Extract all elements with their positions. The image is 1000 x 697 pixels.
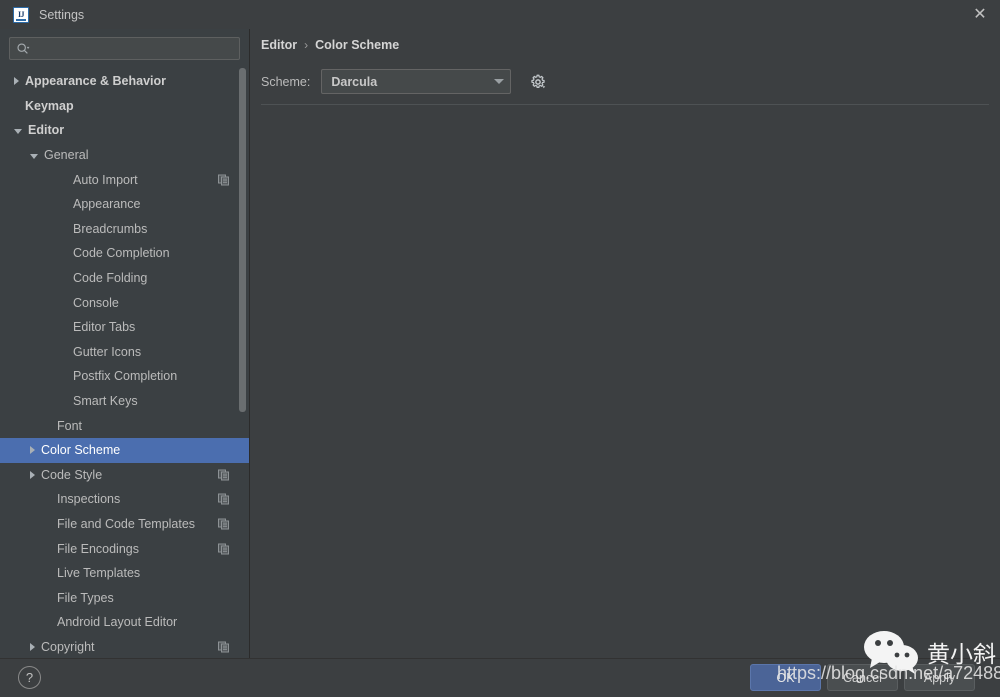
breadcrumb: Editor › Color Scheme (261, 38, 399, 52)
ok-button[interactable]: OK (750, 664, 821, 691)
search-input[interactable] (30, 41, 239, 56)
chevron-down-icon (494, 79, 505, 84)
settings-dialog: IJ Settings ✕ Appearance & Behavior Keyma… (0, 0, 1000, 697)
chevron-right-icon[interactable] (30, 446, 35, 455)
sidebar-item-file-and-code-templates[interactable]: File and Code Templates (0, 512, 249, 537)
sidebar-item-appearance[interactable]: Appearance (0, 192, 249, 217)
sidebar-item-inspections[interactable]: Inspections (0, 487, 249, 512)
sidebar-item-label: File Encodings (57, 541, 139, 556)
sidebar-item-label: Color Scheme (41, 443, 121, 458)
scheme-label: Scheme: (261, 74, 311, 89)
sidebar-item-label: Copyright (41, 639, 95, 654)
sidebar-item-code-folding[interactable]: Code Folding (0, 266, 249, 291)
sidebar-item-label: File and Code Templates (57, 516, 196, 531)
dialog-footer: ? OK Cancel Apply (0, 658, 1000, 697)
scheme-row: Scheme: Darcula (261, 69, 548, 94)
sidebar-item-label: Console (73, 295, 119, 310)
sidebar-item-editor-tabs[interactable]: Editor Tabs (0, 315, 249, 340)
title-bar: IJ Settings ✕ (0, 0, 1000, 29)
sidebar-item-color-scheme[interactable]: Color Scheme (0, 437, 249, 463)
sidebar-item-label: Live Templates (57, 566, 141, 581)
scheme-settings-button[interactable] (528, 72, 548, 92)
sidebar-item-label: Appearance & Behavior (25, 74, 167, 89)
sidebar-item-label: Appearance (73, 197, 141, 212)
copy-sheets-icon (218, 518, 229, 530)
content-separator (261, 104, 989, 105)
sidebar-item-breadcrumbs[interactable]: Breadcrumbs (0, 217, 249, 242)
help-button[interactable]: ? (18, 666, 41, 689)
sidebar-item-general[interactable]: General (0, 143, 249, 168)
sidebar-item-label: Font (57, 418, 83, 433)
sidebar-item-auto-import[interactable]: Auto Import (0, 167, 249, 192)
close-icon[interactable]: ✕ (969, 4, 991, 26)
chevron-right-icon[interactable] (14, 77, 19, 86)
breadcrumb-root[interactable]: Editor (261, 38, 297, 52)
apply-button[interactable]: Apply (904, 664, 975, 691)
sidebar-item-label: Gutter Icons (73, 344, 142, 359)
sidebar-item-label: Android Layout Editor (57, 615, 178, 630)
copy-sheets-icon (218, 469, 229, 481)
chevron-down-icon[interactable] (30, 153, 38, 159)
sidebar-item-label: Code Style (41, 467, 103, 482)
gear-icon (531, 74, 546, 88)
chevron-right-icon[interactable] (30, 642, 35, 651)
sidebar-item-label: Keymap (25, 98, 74, 113)
sidebar-item-label: Breadcrumbs (73, 221, 148, 236)
breadcrumb-separator-icon: › (304, 38, 309, 52)
sidebar-item-appearance-behavior[interactable]: Appearance & Behavior (0, 69, 249, 94)
sidebar-scrollbar-thumb[interactable] (239, 68, 246, 412)
sidebar-item-file-types[interactable]: File Types (0, 585, 249, 610)
sidebar-item-file-encodings[interactable]: File Encodings (0, 536, 249, 561)
sidebar-item-label: Auto Import (73, 172, 138, 187)
sidebar-item-copyright[interactable]: Copyright (0, 635, 249, 658)
sidebar-item-label: Editor Tabs (73, 320, 136, 335)
sidebar-item-label: Code Completion (73, 246, 170, 261)
cancel-button[interactable]: Cancel (827, 664, 898, 691)
sidebar-item-editor[interactable]: Editor (0, 118, 249, 143)
sidebar-item-console[interactable]: Console (0, 290, 249, 315)
settings-tree: Appearance & Behavior Keymap Editor General… (0, 69, 249, 658)
sidebar-item-live-templates[interactable]: Live Templates (0, 561, 249, 586)
copy-sheets-icon (218, 493, 229, 505)
sidebar-item-smart-keys[interactable]: Smart Keys (0, 389, 249, 414)
search-icon (17, 42, 30, 54)
settings-sidebar: Appearance & Behavior Keymap Editor General… (0, 29, 250, 658)
sidebar-item-label: Inspections (57, 492, 121, 507)
sidebar-item-label: Editor (28, 123, 65, 138)
breadcrumb-current: Color Scheme (315, 38, 400, 52)
sidebar-item-android-layout-editor[interactable]: Android Layout Editor (0, 610, 249, 635)
chevron-down-icon[interactable] (14, 128, 22, 134)
sidebar-item-label: Smart Keys (73, 394, 138, 409)
sidebar-item-code-completion[interactable]: Code Completion (0, 241, 249, 266)
sidebar-item-postfix-completion[interactable]: Postfix Completion (0, 364, 249, 389)
sidebar-item-code-style[interactable]: Code Style (0, 463, 249, 488)
scheme-dropdown[interactable]: Darcula (321, 69, 512, 94)
search-field[interactable] (9, 37, 240, 60)
sidebar-item-label: File Types (57, 590, 114, 605)
sidebar-item-label: General (44, 148, 89, 163)
sidebar-item-keymap[interactable]: Keymap (0, 94, 249, 119)
sidebar-item-label: Postfix Completion (73, 369, 178, 384)
sidebar-item-font[interactable]: Font (0, 413, 249, 438)
copy-sheets-icon (218, 543, 229, 555)
sidebar-item-gutter-icons[interactable]: Gutter Icons (0, 340, 249, 365)
chevron-right-icon[interactable] (30, 470, 35, 479)
copy-sheets-icon (218, 641, 229, 653)
copy-sheets-icon (218, 174, 229, 186)
window-title: Settings (39, 7, 85, 22)
settings-content-panel: Editor › Color Scheme Scheme: Darcula (250, 29, 1000, 658)
scheme-selected-value: Darcula (331, 74, 378, 89)
sidebar-item-label: Code Folding (73, 271, 148, 286)
intellij-idea-icon: IJ (13, 6, 29, 23)
